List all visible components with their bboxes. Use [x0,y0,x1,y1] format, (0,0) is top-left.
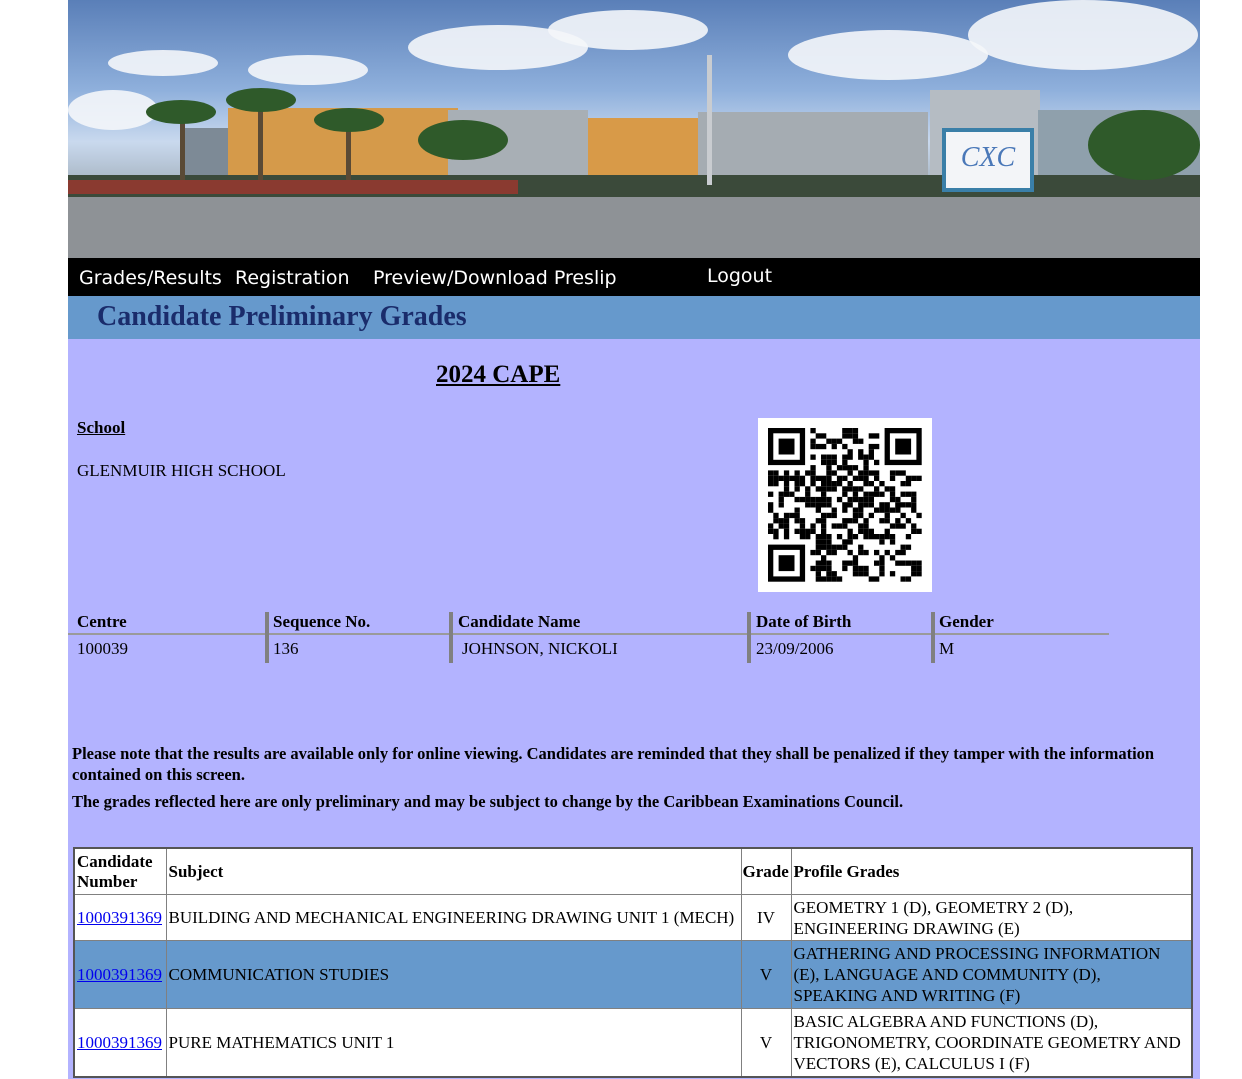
info-column-divider [449,612,453,663]
sequence-value: 136 [273,639,299,658]
top-nav-bar: Grades/Results Registration Preview/Down… [68,258,1200,296]
page-title: Candidate Preliminary Grades [97,301,467,332]
centre-value: 100039 [77,639,128,658]
centre-header: Centre [77,612,127,631]
online-viewing-notice: Please note that the results are availab… [72,744,1155,784]
candidate-number-link[interactable]: 1000391369 [77,1033,162,1052]
subject-header: Subject [165,847,742,895]
candidate-number-link[interactable]: 1000391369 [77,908,162,927]
grades-table-header: Candidate Number Subject Grade Profile G… [73,847,1193,895]
table-row: 1000391369 BUILDING AND MECHANICAL ENGIN… [73,894,1193,941]
subject-cell: BUILDING AND MECHANICAL ENGINEERING DRAW… [165,894,742,941]
preliminary-notice: The grades reflected here are only preli… [72,792,904,811]
nav-grades-results[interactable]: Grades/Results [79,267,222,289]
exam-title: 2024 CAPE [436,361,561,388]
info-column-divider [265,612,269,663]
profile-grades-header: Profile Grades [790,847,1193,895]
candidate-name-header: Candidate Name [458,612,581,631]
profile-grades-cell: GATHERING AND PROCESSING INFORMATION (E)… [790,940,1193,1009]
profile-grades-cell: BASIC ALGEBRA AND FUNCTIONS (D), TRIGONO… [790,1008,1193,1077]
page-title-bar: Candidate Preliminary Grades [68,296,1200,339]
nav-preview-download-preslip[interactable]: Preview/Download Preslip [373,267,617,289]
grade-cell: V [740,1008,792,1077]
header-banner-image: CXC [68,0,1200,258]
nav-logout[interactable]: Logout [707,265,772,287]
info-column-divider [931,612,935,663]
cxc-sign: CXC [942,128,1034,192]
grade-header: Grade [740,847,792,895]
school-label: School [77,418,126,437]
info-column-divider [747,612,751,663]
qr-code [758,418,932,592]
nav-registration[interactable]: Registration [235,267,350,289]
gender-header: Gender [939,612,994,631]
profile-grades-cell: GEOMETRY 1 (D), GEOMETRY 2 (D), ENGINEER… [790,894,1193,941]
page: CXC Grades/Results Registration Preview/… [68,0,1200,1079]
table-row: 1000391369 COMMUNICATION STUDIES V GATHE… [73,940,1193,1009]
candidate-number-header: Candidate Number [73,847,167,895]
grade-cell: V [740,940,792,1009]
subject-cell: COMMUNICATION STUDIES [165,940,742,1009]
candidate-name-value: JOHNSON, NICKOLI [462,639,618,658]
gender-value: M [939,639,955,658]
dob-value: 23/09/2006 [756,639,834,658]
table-row: 1000391369 PURE MATHEMATICS UNIT 1 V BAS… [73,1008,1193,1077]
info-divider [68,633,1109,635]
dob-header: Date of Birth [756,612,852,631]
grade-cell: IV [740,894,792,941]
sequence-header: Sequence No. [273,612,371,631]
candidate-number-link[interactable]: 1000391369 [77,965,162,984]
school-name: GLENMUIR HIGH SCHOOL [77,461,286,480]
subject-cell: PURE MATHEMATICS UNIT 1 [165,1008,742,1077]
grades-table: Candidate Number Subject Grade Profile G… [73,847,1193,1078]
